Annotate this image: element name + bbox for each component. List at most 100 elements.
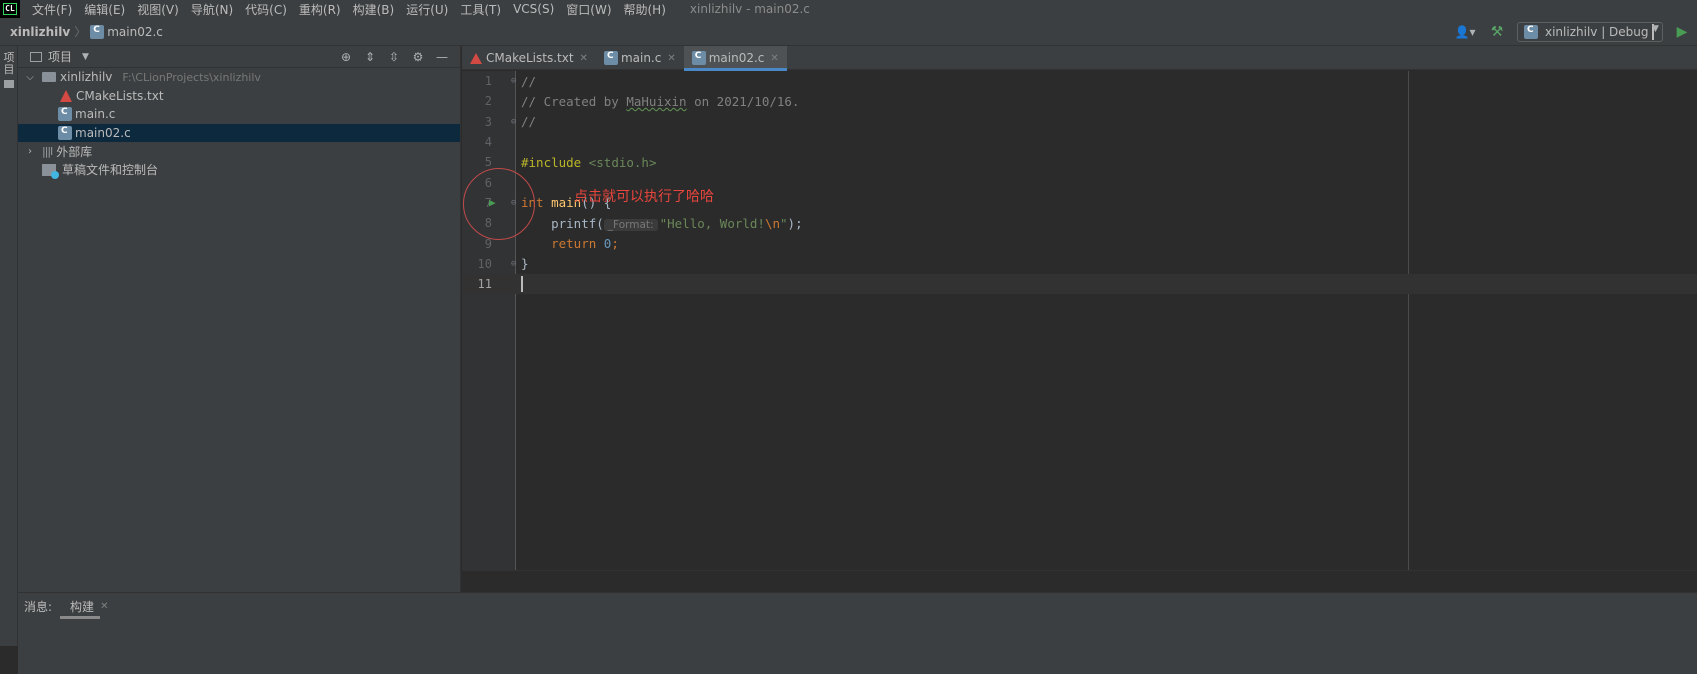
close-icon[interactable]: ✕	[667, 53, 675, 64]
project-view-icon	[30, 51, 42, 62]
cmake-icon	[470, 52, 482, 64]
c-file-icon	[603, 51, 618, 65]
tab-main-c[interactable]: main.c ✕	[596, 46, 684, 70]
project-panel: 项目 ▼ ⊕ ⇕ ⇳ ⚙ — ⌵ xinlizhilv F:\CLionProj…	[18, 46, 461, 592]
code-line: 8 printf(_Format: "Hello, World!\n");	[462, 213, 1697, 233]
chevron-down-icon[interactable]: ⌵	[24, 72, 36, 83]
escape-sequence: \n	[764, 215, 781, 231]
project-panel-title[interactable]: 项目	[48, 48, 72, 65]
code-line: 4	[462, 132, 1697, 152]
tree-item-scratches[interactable]: 草稿文件和控制台	[18, 161, 460, 180]
breadcrumb-project[interactable]: xinlizhilv	[10, 25, 70, 39]
minimize-icon[interactable]: —	[430, 50, 454, 64]
expand-all-icon[interactable]: ⇕	[358, 50, 382, 64]
library-icon: |||l	[42, 144, 53, 158]
menu-navigate[interactable]: 导航(N)	[191, 1, 233, 18]
preprocessor-directive: #include	[521, 154, 582, 170]
tree-item-external-libraries[interactable]: › |||l 外部库	[18, 142, 460, 161]
keyword: return	[521, 236, 597, 252]
project-panel-header: 项目 ▼ ⊕ ⇕ ⇳ ⚙ —	[18, 46, 460, 68]
chevron-down-icon[interactable]: ▼	[82, 52, 89, 62]
tab-label: 构建	[70, 599, 95, 614]
window-title: xinlizhilv - main02.c	[689, 2, 810, 16]
code-line: 5 #include <stdio.h>	[462, 152, 1697, 172]
gear-icon[interactable]: ⚙	[406, 50, 430, 64]
tab-main02-c[interactable]: main02.c ✕	[683, 46, 787, 71]
menu-window[interactable]: 窗口(W)	[566, 1, 611, 18]
parameter-hint: _Format:	[603, 218, 658, 231]
comment: //	[521, 114, 537, 130]
close-icon[interactable]: ✕	[100, 601, 108, 612]
code-text: return 0;	[521, 236, 619, 251]
tree-item-project-root[interactable]: ⌵ xinlizhilv F:\CLionProjects\xinlizhilv	[18, 68, 460, 87]
comment: on 2021/10/16.	[686, 93, 800, 109]
collapse-all-icon[interactable]: ⇳	[382, 50, 406, 64]
menu-code[interactable]: 代码(C)	[245, 1, 287, 18]
code-text: // Created by MaHuixin on 2021/10/16.	[521, 94, 799, 109]
string-literal: "	[780, 215, 788, 231]
code-line: 3 ⊖ //	[462, 112, 1697, 132]
user-icon[interactable]: 👤▾	[1451, 25, 1479, 39]
menu-refactor[interactable]: 重构(R)	[299, 1, 341, 18]
line-number: 10	[477, 256, 492, 271]
tree-item-path: F:\CLionProjects\xinlizhilv	[122, 70, 261, 84]
editor-tabs: CMakeLists.txt ✕ main.c ✕ main02.c ✕	[462, 46, 1697, 71]
close-icon[interactable]: ✕	[770, 53, 778, 64]
line-number: 5	[484, 155, 492, 170]
fold-icon[interactable]: ⊖	[511, 76, 516, 86]
code-text: printf(_Format: "Hello, World!\n");	[521, 216, 803, 231]
code-text	[521, 276, 523, 293]
include-file: <stdio.h>	[581, 154, 657, 170]
tab-label: main02.c	[708, 51, 765, 65]
tab-build[interactable]: 构建 ✕	[60, 593, 108, 619]
fold-icon[interactable]: ⊖	[511, 117, 516, 127]
run-configuration-select[interactable]: xinlizhilv | Debug ▼	[1517, 22, 1663, 42]
close-icon[interactable]: ✕	[580, 53, 588, 64]
code-line-current: 11	[462, 274, 1697, 295]
line-number: 3	[484, 114, 492, 129]
function-call: printf(	[521, 215, 604, 231]
code-text: }	[521, 256, 529, 271]
menu-view[interactable]: 视图(V)	[137, 1, 179, 18]
menu-run[interactable]: 运行(U)	[406, 1, 448, 18]
run-configuration-label: xinlizhilv | Debug	[1545, 25, 1649, 39]
project-tool-tab[interactable]: 项目	[2, 52, 16, 76]
menu-vcs[interactable]: VCS(S)	[513, 2, 554, 16]
menu-edit[interactable]: 编辑(E)	[84, 1, 125, 18]
menu-help[interactable]: 帮助(H)	[624, 1, 666, 18]
menu-build[interactable]: 构建(B)	[353, 1, 395, 18]
run-icon[interactable]: ▶	[1667, 24, 1697, 40]
menu-file[interactable]: 文件(F)	[32, 1, 72, 18]
tree-item-label: xinlizhilv	[60, 70, 113, 85]
code-editor[interactable]: 1 ⊖ // 2 // Created by MaHuixin on 2021/…	[462, 71, 1697, 570]
editor-horizontal-scrollbar[interactable]	[462, 570, 1697, 592]
fold-icon[interactable]: ⊖	[511, 259, 516, 269]
config-file-icon	[1524, 25, 1538, 39]
string-literal: "Hello, World!	[659, 215, 765, 231]
run-toolbar: 👤▾ ⚒ xinlizhilv | Debug ▼ ▶	[1451, 18, 1697, 46]
chevron-right-icon[interactable]: ›	[24, 146, 36, 157]
tree-item-main02-c[interactable]: main02.c	[18, 123, 460, 142]
hammer-icon[interactable]: ⚒	[1485, 24, 1509, 40]
c-file-icon	[58, 107, 72, 122]
code-punct: ;	[611, 236, 619, 252]
code-text: #include <stdio.h>	[521, 155, 656, 170]
tree-item-cmakelists[interactable]: CMakeLists.txt	[18, 87, 460, 106]
menu-tools[interactable]: 工具(T)	[460, 1, 501, 18]
line-number: 9	[484, 236, 492, 251]
project-tree: ⌵ xinlizhilv F:\CLionProjects\xinlizhilv…	[18, 68, 460, 179]
c-file-icon	[691, 51, 706, 65]
breadcrumb-file[interactable]: main02.c	[90, 24, 163, 39]
annotation-circle	[463, 168, 535, 240]
line-number: 11	[477, 277, 492, 292]
locate-icon[interactable]: ⊕	[334, 50, 358, 64]
left-tool-strip: 项目	[0, 46, 18, 646]
comment: // Created by	[521, 93, 627, 109]
breadcrumb-separator: 〉	[74, 25, 87, 39]
tab-cmakelists[interactable]: CMakeLists.txt ✕	[462, 46, 596, 70]
tree-item-main-c[interactable]: main.c	[18, 105, 460, 124]
menu-bar: CL 文件(F) 编辑(E) 视图(V) 导航(N) 代码(C) 重构(R) 构…	[0, 0, 1697, 18]
breadcrumb-file-label: main02.c	[107, 24, 163, 39]
navigation-bar: xinlizhilv 〉 main02.c 👤▾ ⚒ xinlizhilv | …	[0, 18, 1697, 46]
code-text: //	[521, 114, 536, 129]
